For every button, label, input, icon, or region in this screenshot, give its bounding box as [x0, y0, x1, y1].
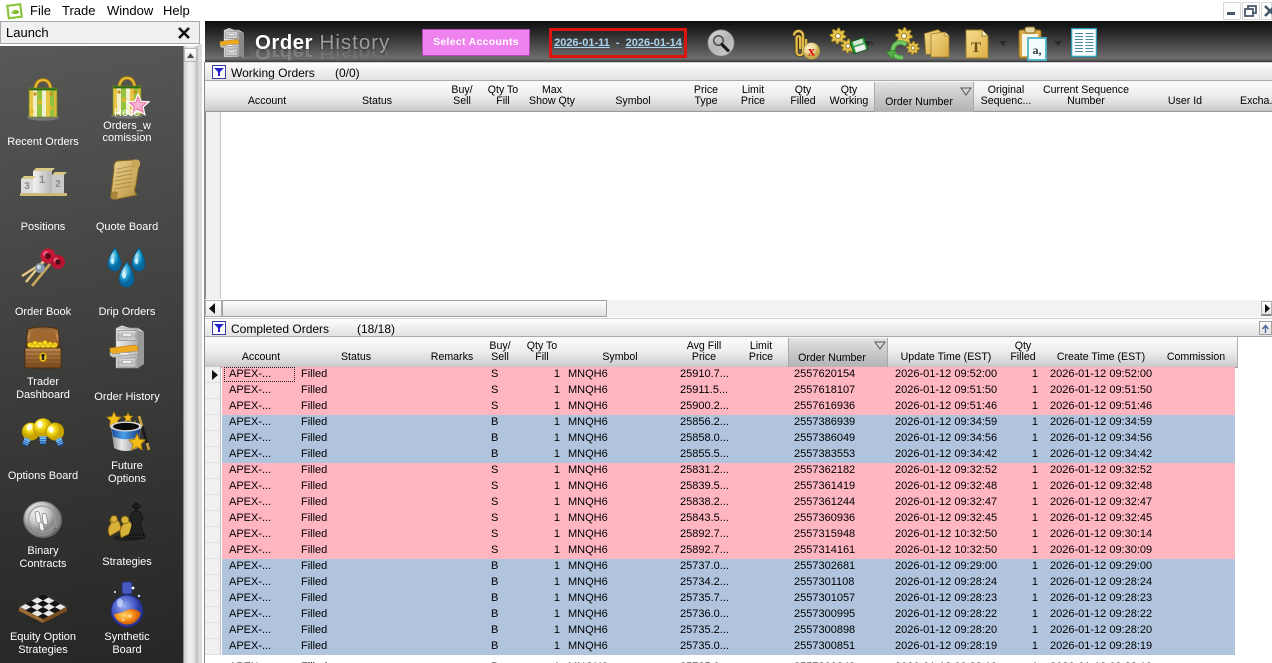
- svg-text:T: T: [971, 40, 981, 56]
- svg-text:3: 3: [24, 181, 30, 192]
- svg-text:1: 1: [39, 174, 45, 186]
- svg-text:2: 2: [55, 179, 61, 190]
- svg-text:a,: a,: [1033, 43, 1042, 57]
- svg-text:x: x: [808, 45, 815, 60]
